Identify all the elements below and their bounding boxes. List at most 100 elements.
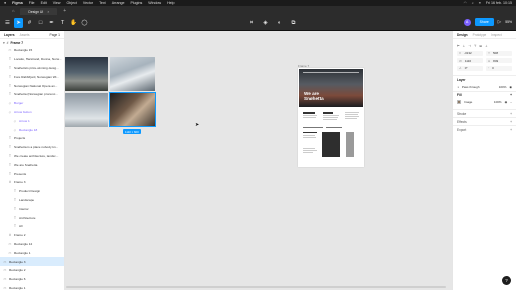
align-center-icon[interactable]: ⊥ (463, 44, 466, 48)
layer-item[interactable]: T Snøhetta is a place nobody kn... (0, 143, 64, 152)
menu-arrange[interactable]: Arrange (112, 1, 125, 5)
image-rectangle-fog[interactable] (65, 93, 108, 127)
text-tool-icon[interactable]: T (58, 18, 67, 28)
h-field[interactable]: H 849 (486, 58, 512, 64)
wifi-icon[interactable]: ◠ (464, 1, 467, 5)
help-button[interactable]: ? (502, 276, 511, 285)
menu-object[interactable]: Object (67, 1, 77, 5)
eye-icon[interactable]: ◉ (509, 85, 512, 89)
layer-item[interactable]: # Frame 3 (0, 178, 64, 187)
play-icon[interactable]: ▷ (498, 19, 501, 25)
chevron-down-icon[interactable]: ▾ (3, 41, 5, 45)
main-menu-icon[interactable]: ☰ (3, 18, 12, 28)
project-card[interactable] (346, 132, 354, 157)
menu-file[interactable]: File (29, 1, 35, 5)
menu-figma[interactable]: Figma (12, 1, 23, 5)
align-middle-icon[interactable]: ⊞ (480, 44, 483, 48)
menu-help[interactable]: Help (167, 1, 174, 5)
layer-item[interactable]: ▭ Rectangle 15 (0, 46, 64, 55)
shape-tool-icon[interactable]: □ (36, 18, 45, 28)
hand-tool-icon[interactable]: ✋ (69, 18, 78, 28)
menu-vector[interactable]: Vector (83, 1, 93, 5)
add-export-icon[interactable]: + (510, 128, 512, 132)
frame-layer[interactable]: ▾ # Frame 7 (0, 39, 64, 46)
layer-item[interactable]: T Interior (0, 204, 64, 213)
menu-text[interactable]: Text (99, 1, 106, 5)
hero-image[interactable]: We are Snøhetta (299, 69, 363, 107)
tab-assets[interactable]: Assets (20, 33, 30, 37)
close-icon[interactable]: × (47, 10, 49, 14)
layer-item[interactable]: T Fore Rabbifjord, Norwegian Wi... (0, 72, 64, 81)
layer-item[interactable]: # Frame 2 (0, 231, 64, 240)
eye-icon[interactable]: ◉ (505, 100, 508, 104)
layer-item[interactable]: ▭ Rectangle 6 (0, 275, 64, 284)
canvas[interactable]: 1110 × 600 Frame 7 We are Snøhetta (65, 31, 452, 290)
zoom-level[interactable]: 55% (505, 20, 512, 24)
tab-inspect[interactable]: Inspect (491, 33, 501, 37)
home-icon[interactable]: ⌂ (12, 8, 14, 13)
layer-opacity[interactable]: 100% (499, 85, 507, 89)
contrast-icon[interactable]: ◐ (275, 18, 284, 28)
add-stroke-icon[interactable]: + (510, 112, 512, 116)
pen-tool-icon[interactable]: ✒ (47, 18, 56, 28)
layer-item[interactable]: T Landscape (0, 196, 64, 205)
layer-item[interactable]: ▭ Rectangle 1 (0, 248, 64, 257)
menu-plugins[interactable]: Plugins (130, 1, 142, 5)
layer-item[interactable]: ▭ Rectangle 12 (0, 240, 64, 249)
layer-item[interactable]: T Snøhetta's prize-winning desig... (0, 64, 64, 73)
layer-item[interactable]: T Snøhetta (Norwegian pronunc... (0, 90, 64, 99)
hero-title[interactable]: We are Snøhetta (304, 91, 324, 101)
layer-item[interactable]: T Norwegian National Opera an... (0, 81, 64, 90)
align-right-icon[interactable]: ⊣ (468, 44, 471, 48)
comment-tool-icon[interactable]: ◯ (80, 18, 89, 28)
avatar[interactable]: A (463, 18, 471, 26)
align-bottom-icon[interactable]: ⊥ (485, 44, 488, 48)
layer-item[interactable]: T Projects (0, 134, 64, 143)
page-selector[interactable]: Page 1 (50, 33, 60, 37)
align-left-icon[interactable]: ⊢ (457, 44, 460, 48)
horizontal-scrollbar[interactable] (66, 286, 446, 288)
layer-item[interactable]: T All (0, 222, 64, 231)
layer-item[interactable]: ▭ Rectangle 3 (0, 257, 64, 266)
fill-type[interactable]: Image (464, 100, 472, 104)
menu-view[interactable]: View (53, 1, 61, 5)
layer-item[interactable]: T We create architecture, landsc... (0, 152, 64, 161)
x-field[interactable]: X -3132 (457, 50, 483, 56)
layer-item[interactable]: ▭ Rectangle 1 (0, 284, 64, 290)
image-rectangle-selected[interactable] (109, 92, 156, 127)
add-tab-button[interactable]: + (63, 8, 66, 14)
frame-tool-icon[interactable]: # (25, 18, 34, 28)
layer-item[interactable]: ◇ Arrow button (0, 108, 64, 117)
fill-opacity[interactable]: 100% (494, 100, 502, 104)
image-rectangle-night[interactable] (65, 57, 108, 91)
selection-outline[interactable] (109, 92, 156, 127)
fill-swatch[interactable] (457, 100, 461, 105)
crop-icon[interactable]: ⧉ (289, 18, 298, 28)
project-card[interactable] (322, 132, 340, 157)
move-tool-icon[interactable]: ➤ (14, 17, 23, 28)
remove-fill-icon[interactable]: − (510, 100, 512, 104)
blend-mode-select[interactable]: Pass through (462, 85, 480, 89)
layer-item[interactable]: T Architecture (0, 213, 64, 222)
y-field[interactable]: Y 508 (486, 50, 512, 56)
apple-icon[interactable]: ● (4, 1, 6, 5)
layer-item[interactable]: ◇ Burger (0, 99, 64, 108)
mask-icon[interactable]: ◈ (261, 18, 270, 28)
search-icon[interactable]: ⌕ (472, 1, 474, 5)
frame-artboard[interactable]: We are Snøhetta (298, 68, 364, 167)
radius-field[interactable]: ◜ 0 (486, 65, 512, 71)
layer-item[interactable]: T Presents (0, 169, 64, 178)
layer-item[interactable]: ▭ Rectangle 2 (0, 266, 64, 275)
layer-item[interactable]: T Product Design (0, 187, 64, 196)
rotation-field[interactable]: ∠ 0° (457, 65, 483, 71)
tab-design[interactable]: Design (457, 33, 468, 37)
component-icon[interactable]: ⌗ (247, 18, 256, 28)
menu-window[interactable]: Window (148, 1, 161, 5)
layer-item[interactable]: ◇ Arrow 1 (0, 116, 64, 125)
add-fill-icon[interactable]: + (510, 93, 512, 97)
tab-layers[interactable]: Layers (4, 33, 15, 37)
share-button[interactable]: Share (474, 18, 494, 26)
layer-item[interactable]: ◇ Rectangle 18 (0, 125, 64, 134)
layer-item[interactable]: T Locatio, Harstrand, Dunna, Norw... (0, 55, 64, 64)
layer-item[interactable]: T We are Snøhetta (0, 160, 64, 169)
